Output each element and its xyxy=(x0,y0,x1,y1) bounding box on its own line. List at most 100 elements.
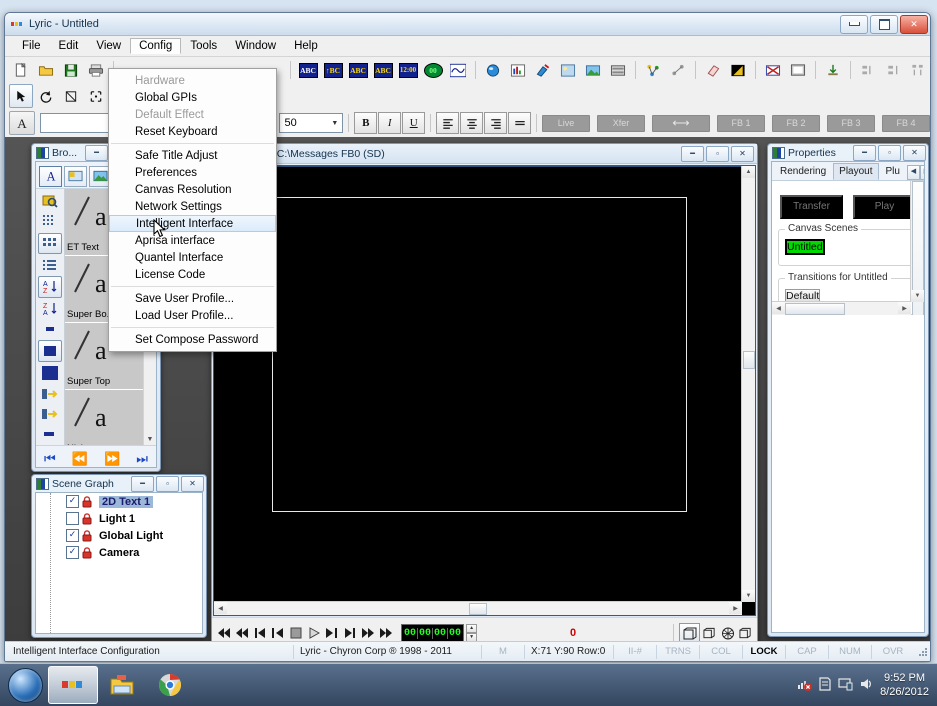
menu-item-network-settings[interactable]: Network Settings xyxy=(109,198,276,215)
resize-grip-icon[interactable] xyxy=(914,647,930,657)
list-view-icon[interactable] xyxy=(39,255,61,275)
scene-graph-close-button[interactable]: ✕ xyxy=(181,475,204,492)
forward-button[interactable] xyxy=(359,624,376,642)
tab-scroll-right-icon[interactable]: ▶ xyxy=(919,165,924,180)
scroll-right-arrow-icon[interactable]: ▶ xyxy=(729,602,742,614)
menu-edit[interactable]: Edit xyxy=(50,38,88,54)
scale-icon[interactable] xyxy=(59,84,83,108)
font-style-icon[interactable]: A xyxy=(9,111,35,135)
visibility-checkbox[interactable]: ✓ xyxy=(66,529,79,542)
close-button[interactable]: ✕ xyxy=(900,14,928,34)
browser-minimize-button[interactable]: ━ xyxy=(85,144,108,161)
canvas-viewport[interactable] xyxy=(214,166,742,602)
menu-item-license-code[interactable]: License Code xyxy=(109,266,276,283)
align-right-button[interactable] xyxy=(484,112,508,134)
print-icon[interactable] xyxy=(84,58,108,82)
browser-tab-card[interactable] xyxy=(64,165,87,187)
properties-h-scroll-thumb[interactable] xyxy=(785,303,845,315)
playout-button--[interactable]: ⟷ xyxy=(652,114,710,132)
text-abc-icon[interactable]: ABC xyxy=(296,58,320,82)
open-icon[interactable] xyxy=(34,58,58,82)
paint-icon[interactable] xyxy=(531,58,555,82)
timecode-stepper[interactable]: ▲ ▼ xyxy=(466,624,478,642)
stop-button[interactable] xyxy=(287,624,304,642)
box-side-icon[interactable] xyxy=(737,624,754,642)
clock-icon[interactable]: 12:00 xyxy=(396,58,420,82)
step-back-field-button[interactable] xyxy=(251,624,268,642)
scroll-down-arrow-icon[interactable]: ▼ xyxy=(911,290,924,302)
playout-button-live[interactable]: Live xyxy=(542,114,590,132)
scene-graph-row[interactable]: ✓ Global Light xyxy=(36,527,202,544)
node-graph-icon[interactable] xyxy=(641,58,665,82)
scroll-down-arrow-icon[interactable]: ▼ xyxy=(742,590,755,602)
align-dist-icon-3[interactable] xyxy=(906,58,930,82)
scroll-up-arrow-icon[interactable]: ▲ xyxy=(742,166,755,178)
align-dist-icon-2[interactable] xyxy=(881,58,905,82)
menu-item-quantel-interface[interactable]: Quantel Interface xyxy=(109,249,276,266)
image-icon[interactable] xyxy=(581,58,605,82)
insert-before-icon[interactable] xyxy=(39,384,61,404)
more-icon[interactable] xyxy=(39,425,61,445)
rewind-all-button[interactable] xyxy=(215,624,232,642)
scene-graph-row[interactable]: ✓ Camera xyxy=(36,544,202,561)
medium-thumb-icon[interactable] xyxy=(38,340,62,362)
timecode-field[interactable]: 00 xyxy=(433,627,449,639)
counter-icon[interactable]: 00 xyxy=(421,58,445,82)
properties-minimize-button[interactable]: ━ xyxy=(853,144,876,161)
menu-item-load-user-profile[interactable]: Load User Profile... xyxy=(109,307,276,324)
menu-item-canvas-resolution[interactable]: Canvas Resolution xyxy=(109,181,276,198)
properties-vertical-scrollbar[interactable]: ▼ xyxy=(910,181,924,315)
sort-descending-icon[interactable]: ZA xyxy=(39,299,61,319)
canvas-vertical-scrollbar[interactable]: ▲ ▼ xyxy=(741,166,755,602)
box-wire-icon[interactable] xyxy=(719,624,736,642)
scroll-left-arrow-icon[interactable]: ◀ xyxy=(772,302,785,314)
play-scene-button[interactable]: Play xyxy=(853,195,916,219)
play-button[interactable] xyxy=(305,624,322,642)
box-icon[interactable] xyxy=(701,624,718,642)
timecode-field[interactable]: 00 xyxy=(403,627,419,639)
step-back-frame-button[interactable] xyxy=(269,624,286,642)
menu-item-safe-title-adjust[interactable]: Safe Title Adjust xyxy=(109,147,276,164)
link-icon[interactable] xyxy=(666,58,690,82)
move-icon[interactable] xyxy=(84,84,108,108)
visibility-checkbox[interactable]: ✓ xyxy=(66,546,79,559)
scene-untitled-button[interactable]: Untitled xyxy=(785,239,825,255)
gradient-icon[interactable] xyxy=(726,58,750,82)
sphere-icon[interactable] xyxy=(481,58,505,82)
align-center-button[interactable] xyxy=(460,112,484,134)
menu-item-save-user-profile[interactable]: Save User Profile... xyxy=(109,290,276,307)
bold-button[interactable]: B xyxy=(354,112,378,134)
large-thumb-icon[interactable] xyxy=(39,363,61,383)
menu-file[interactable]: File xyxy=(13,38,50,54)
tab-scroll-left-icon[interactable]: ◀ xyxy=(906,165,920,180)
import-icon[interactable] xyxy=(821,58,845,82)
playout-button-fb-1[interactable]: FB 1 xyxy=(717,114,765,132)
nav-first-button[interactable]: ⏮ xyxy=(44,451,56,467)
start-button[interactable] xyxy=(2,666,48,704)
font-size-combo[interactable]: 50 ▼ xyxy=(279,113,344,133)
minimize-button[interactable] xyxy=(840,14,868,34)
box-front-icon[interactable] xyxy=(679,623,700,643)
clock[interactable]: 9:52 PM 8/26/2012 xyxy=(880,671,929,699)
visibility-checkbox[interactable]: ✓ xyxy=(66,495,79,508)
delete-x-icon[interactable] xyxy=(761,58,785,82)
playout-button-fb-2[interactable]: FB 2 xyxy=(772,114,820,132)
search-icon[interactable] xyxy=(39,191,61,211)
step-forward-frame-button[interactable] xyxy=(323,624,340,642)
scene-graph-row[interactable]: ✓ 2D Text 1 xyxy=(36,493,202,510)
browser-tab-text[interactable]: A xyxy=(39,165,62,187)
canvas-horizontal-scrollbar[interactable]: ◀ ▶ xyxy=(214,601,742,615)
menu-item-set-compose-password[interactable]: Set Compose Password xyxy=(109,331,276,348)
menu-item-aprisa-interface[interactable]: Aprisa interface xyxy=(109,232,276,249)
maximize-button[interactable] xyxy=(870,14,898,34)
align-justify-button[interactable] xyxy=(508,112,531,134)
network-error-icon[interactable] xyxy=(797,676,813,694)
grid-view-icon[interactable] xyxy=(39,212,61,232)
scene-graph-body[interactable]: ✓ 2D Text 1 Light 1 ✓ Global Light ✓ Camera xyxy=(35,492,203,634)
tab-playout[interactable]: Playout xyxy=(833,163,879,180)
lock-icon[interactable] xyxy=(81,512,93,525)
rewind-button[interactable] xyxy=(233,624,250,642)
properties-restore-button[interactable]: ▫ xyxy=(878,144,901,161)
volume-icon[interactable] xyxy=(859,677,874,694)
monitor-icon[interactable] xyxy=(786,58,810,82)
